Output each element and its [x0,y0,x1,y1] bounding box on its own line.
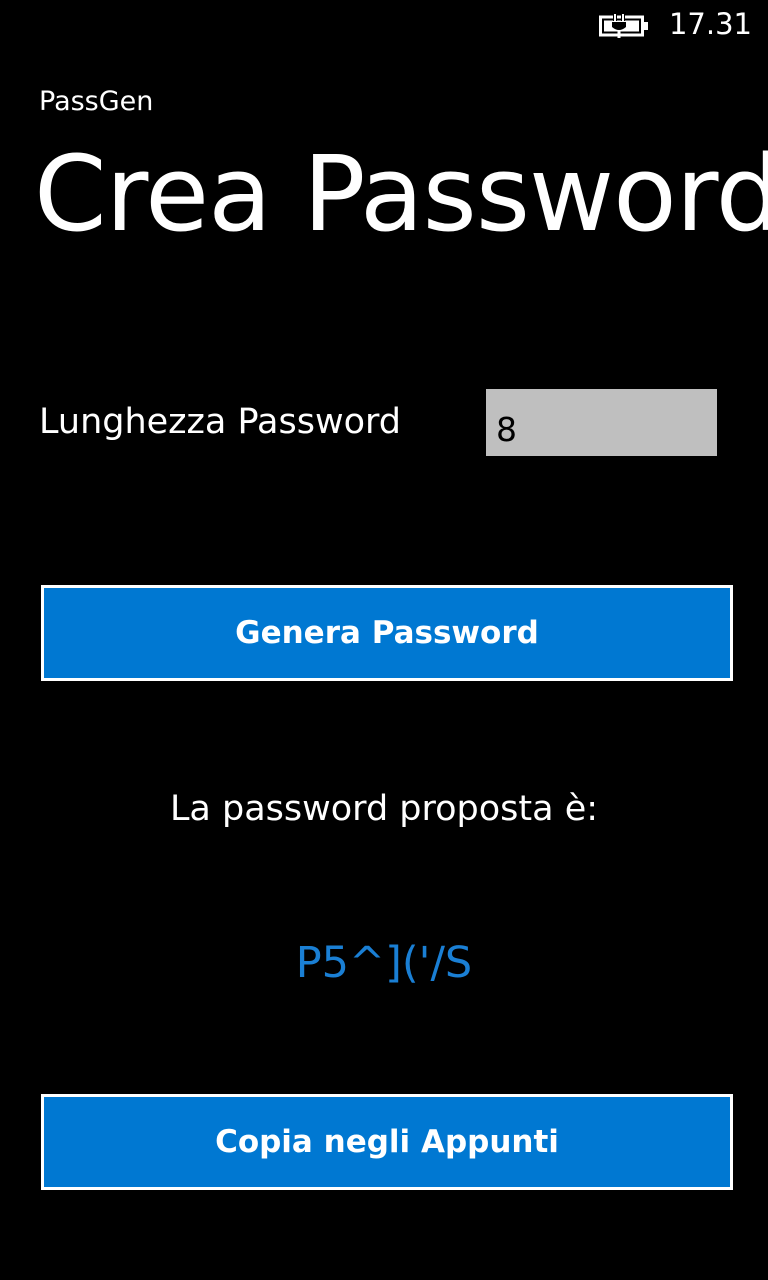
proposed-password-label: La password proposta è: [169,789,599,829]
app-name: PassGen [39,86,154,117]
battery-charging-icon [599,14,648,38]
password-length-label: Lunghezza Password [39,402,401,442]
copy-to-clipboard-button[interactable]: Copia negli Appunti [41,1094,733,1190]
status-bar: 17.31 [0,0,768,50]
status-time: 17.31 [668,7,752,41]
page-title: Crea Password [34,133,768,255]
password-length-input[interactable] [486,389,717,456]
generate-password-button[interactable]: Genera Password [41,585,733,681]
generated-password: P5^]('/S [295,938,473,988]
